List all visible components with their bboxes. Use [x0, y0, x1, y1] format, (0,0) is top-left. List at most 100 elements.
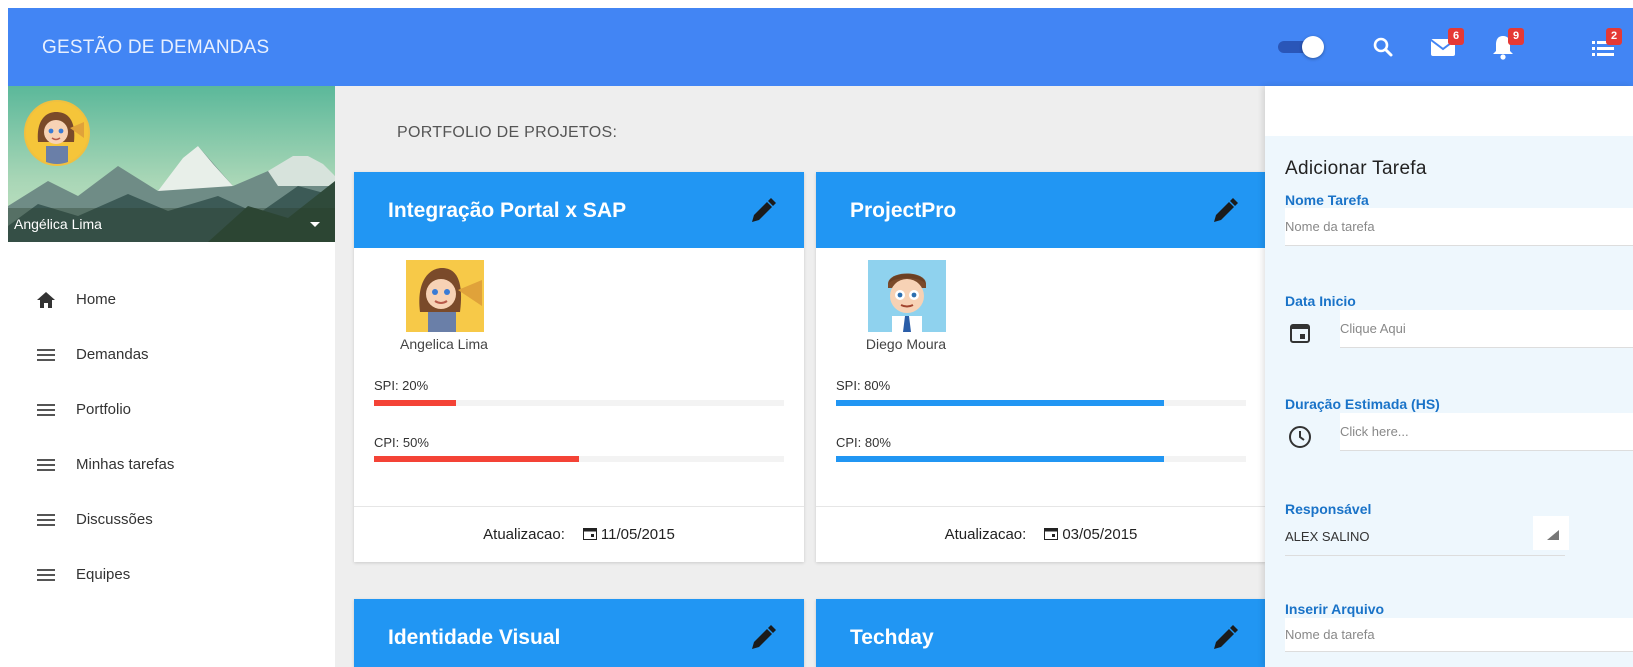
calendar-icon — [1044, 528, 1059, 540]
card-footer: Atualizacao: 03/05/2015 — [816, 506, 1266, 562]
cpi-label: CPI: 80% — [836, 435, 891, 450]
duration-input[interactable]: Click here... — [1340, 413, 1633, 451]
person-name: Diego Moura — [865, 336, 947, 352]
mail-button[interactable]: 6 — [1426, 28, 1464, 64]
file-input[interactable]: Nome da tarefa — [1285, 618, 1633, 652]
card-footer: Atualizacao: 11/05/2015 — [354, 506, 804, 562]
spi-label: SPI: 20% — [374, 378, 429, 393]
avatar[interactable] — [24, 100, 90, 166]
cpi-fill — [836, 456, 1164, 462]
cpi-bar — [836, 456, 1246, 462]
update-date: 11/05/2015 — [600, 525, 675, 543]
calendar-icon — [582, 528, 597, 540]
home-icon — [36, 290, 56, 310]
sidebar-item-label: Portfolio — [76, 401, 132, 418]
clock-icon[interactable] — [1287, 424, 1313, 450]
list-badge: 2 — [1606, 28, 1622, 45]
update-label: Atualizacao: — [483, 525, 565, 543]
cpi-fill — [374, 456, 579, 462]
notifications-button[interactable]: 9 — [1486, 28, 1524, 64]
task-name-placeholder: Nome da tarefa — [1285, 219, 1375, 234]
file-placeholder: Nome da tarefa — [1285, 627, 1375, 642]
start-date-input[interactable]: Clique Aqui — [1340, 310, 1633, 348]
top-app-bar: GESTÃO DE DEMANDAS 6 9 2 — [8, 8, 1633, 86]
sidebar-nav: Home Demandas Portfolio Minhas tarefas D… — [8, 272, 335, 602]
panel-heading: Adicionar Tarefa — [1285, 158, 1427, 179]
theme-toggle[interactable] — [1278, 36, 1326, 58]
card-title[interactable]: Integração Portal x SAP — [388, 199, 626, 223]
main-content: PORTFOLIO DE PROJETOS: Integração Portal… — [335, 86, 1266, 667]
panel-top-bar — [1265, 86, 1633, 136]
project-card: Techday — [816, 599, 1266, 667]
bell-badge: 9 — [1508, 28, 1524, 45]
sidebar-item-label: Home — [76, 291, 117, 308]
person-name: Angelica Lima — [400, 336, 488, 352]
sidebar-item-label: Demandas — [76, 346, 149, 363]
project-card: Integração Portal x SAP Angelica Lima SP… — [354, 172, 804, 562]
card-header: Integração Portal x SAP — [354, 172, 804, 248]
person-avatar — [868, 260, 946, 332]
mail-badge: 6 — [1448, 28, 1464, 45]
task-name-label: Nome Tarefa — [1285, 192, 1369, 208]
card-body: Diego Moura SPI: 80% CPI: 80% — [816, 248, 1266, 507]
responsible-select[interactable]: ALEX SALINO — [1285, 518, 1565, 556]
sidebar-item-label: Discussões — [76, 511, 153, 528]
profile-name[interactable]: Angélica Lima — [14, 216, 102, 232]
responsible-value: ALEX SALINO — [1285, 529, 1370, 544]
responsible-label: Responsável — [1285, 501, 1372, 517]
tasks-button[interactable]: 2 — [1586, 28, 1622, 64]
toggle-knob — [1302, 36, 1324, 58]
chevron-down-icon[interactable] — [310, 222, 320, 227]
profile-header: Angélica Lima — [8, 86, 335, 242]
add-task-panel: Adicionar Tarefa Nome Tarefa Nome da tar… — [1265, 86, 1633, 667]
menu-icon — [36, 400, 56, 420]
sidebar-item-label: Equipes — [76, 566, 131, 583]
card-title[interactable]: Techday — [850, 626, 934, 650]
sidebar-item-discussoes[interactable]: Discussões — [8, 492, 335, 547]
calendar-icon[interactable] — [1287, 320, 1313, 346]
sidebar: Angélica Lima Home Demandas Portfolio Mi… — [8, 86, 335, 667]
cpi-bar — [374, 456, 784, 462]
sidebar-item-portfolio[interactable]: Portfolio — [8, 382, 335, 437]
sidebar-item-equipes[interactable]: Equipes — [8, 547, 335, 602]
sidebar-item-demandas[interactable]: Demandas — [8, 327, 335, 382]
cpi-label: CPI: 50% — [374, 435, 429, 450]
menu-icon — [36, 565, 56, 585]
card-header: Techday — [816, 599, 1266, 667]
menu-icon — [36, 455, 56, 475]
update-date: 03/05/2015 — [1062, 525, 1138, 543]
person-avatar — [406, 260, 484, 332]
dropdown-arrow-icon[interactable] — [1533, 516, 1569, 550]
sidebar-item-minhas-tarefas[interactable]: Minhas tarefas — [8, 437, 335, 492]
page-title: PORTFOLIO DE PROJETOS: — [397, 124, 618, 141]
card-title[interactable]: Identidade Visual — [388, 626, 560, 650]
spi-fill — [374, 400, 456, 406]
project-card: ProjectPro Diego Moura SPI: 80% CPI: 80%… — [816, 172, 1266, 562]
edit-icon[interactable] — [748, 625, 776, 653]
start-date-placeholder: Clique Aqui — [1340, 321, 1406, 336]
spi-bar — [836, 400, 1246, 406]
start-date-label: Data Inicio — [1285, 293, 1356, 309]
search-icon[interactable] — [1366, 30, 1400, 64]
edit-icon[interactable] — [748, 198, 776, 226]
update-label: Atualizacao: — [944, 525, 1027, 543]
card-body: Angelica Lima SPI: 20% CPI: 50% — [354, 248, 804, 507]
menu-icon — [36, 510, 56, 530]
edit-icon[interactable] — [1210, 625, 1238, 653]
card-title[interactable]: ProjectPro — [850, 199, 956, 223]
menu-icon — [36, 345, 56, 365]
card-header: Identidade Visual — [354, 599, 804, 667]
duration-label: Duração Estimada (HS) — [1285, 396, 1440, 412]
sidebar-item-home[interactable]: Home — [8, 272, 335, 327]
card-header: ProjectPro — [816, 172, 1266, 248]
file-label: Inserir Arquivo — [1285, 601, 1385, 617]
sidebar-item-label: Minhas tarefas — [76, 456, 175, 473]
edit-icon[interactable] — [1210, 198, 1238, 226]
spi-bar — [374, 400, 784, 406]
app-title: GESTÃO DE DEMANDAS — [42, 37, 270, 58]
task-name-input[interactable]: Nome da tarefa — [1285, 208, 1633, 246]
spi-label: SPI: 80% — [836, 378, 891, 393]
duration-placeholder: Click here... — [1340, 424, 1409, 439]
project-card: Identidade Visual — [354, 599, 804, 667]
spi-fill — [836, 400, 1164, 406]
